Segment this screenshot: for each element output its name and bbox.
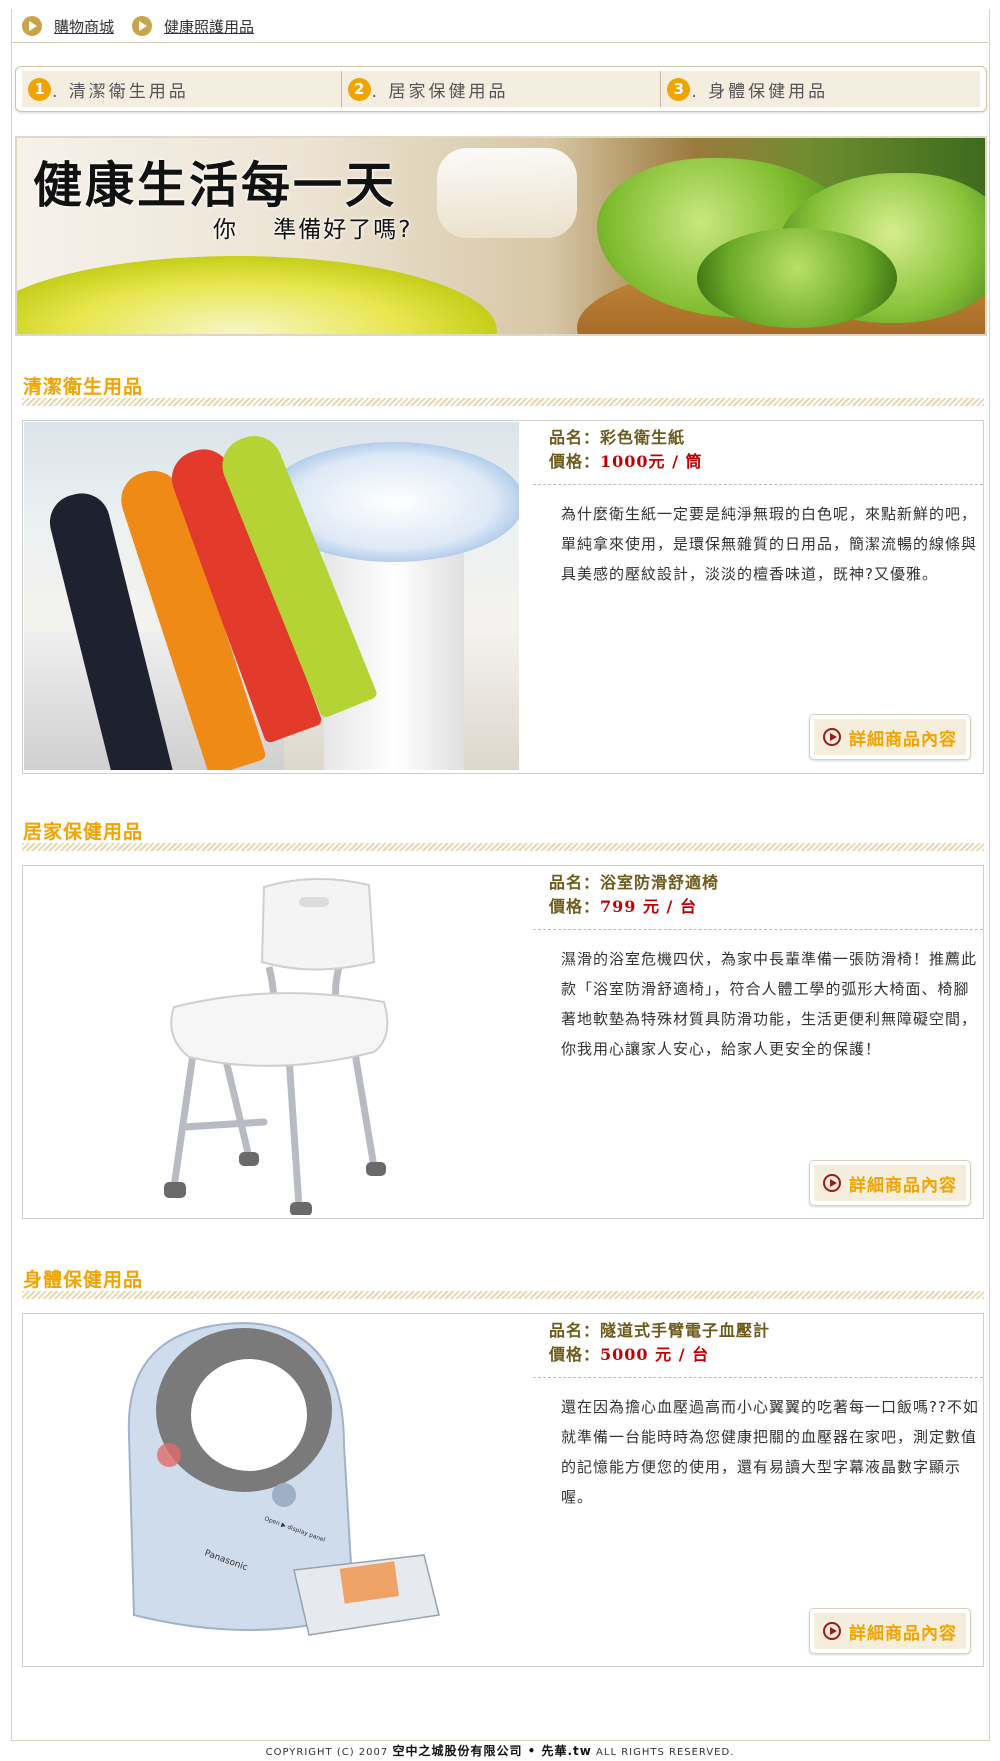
category-tab-bar: 1 . 清潔衛生用品 2 . 居家保健用品 3 . 身體保健用品 xyxy=(15,66,987,112)
hero-banner: 健康生活每一天 你 準備好了嗎? xyxy=(15,136,987,336)
section-divider xyxy=(22,398,984,406)
number-badge-icon: 3 xyxy=(667,77,691,101)
product-price-row: 價格：799 元 / 台 xyxy=(549,897,697,916)
banner-title: 健康生活每一天 xyxy=(33,157,398,214)
breadcrumb-shop-link[interactable]: 購物商城 xyxy=(54,16,114,37)
arrow-circle-icon xyxy=(22,16,42,36)
cup-illustration xyxy=(437,148,577,238)
play-circle-icon xyxy=(823,1622,841,1640)
product-info-header: 品名：彩色衛生紙 價格：1000元 / 筒 xyxy=(533,421,983,485)
number-badge-icon: 1 xyxy=(28,77,51,101)
product-name: 彩色衛生紙 xyxy=(600,428,686,447)
detail-button-label: 詳細商品內容 xyxy=(849,1175,957,1196)
product-name-row: 品名：彩色衛生紙 xyxy=(549,428,686,447)
breadcrumb: 購物商城 健康照護用品 xyxy=(22,12,272,40)
arrow-circle-icon xyxy=(132,16,153,36)
product-price: 799 元 / 台 xyxy=(600,897,697,916)
tab-label: . 清潔衛生用品 xyxy=(52,81,189,102)
detail-button-label: 詳細商品內容 xyxy=(849,1623,957,1644)
section-title-cleaning: 清潔衛生用品 xyxy=(23,376,144,398)
tab-label: . 居家保健用品 xyxy=(371,81,509,102)
product-image-chair[interactable] xyxy=(24,867,519,1215)
product-price-row: 價格：5000 元 / 台 xyxy=(549,1345,710,1364)
product-description: 為什麼衛生紙一定要是純淨無瑕的白色呢，來點新鮮的吧，單純拿來使用，是環保無雜質的… xyxy=(561,505,978,583)
section-title-home-care: 居家保健用品 xyxy=(23,821,144,843)
banner-subtitle: 你 準備好了嗎? xyxy=(213,217,413,243)
play-circle-icon xyxy=(823,1174,841,1192)
play-circle-icon xyxy=(823,728,841,746)
product-price: 1000元 / 筒 xyxy=(600,452,703,471)
product-name-row: 品名：浴室防滑舒適椅 xyxy=(549,873,720,892)
tab-home-care[interactable]: 2 . 居家保健用品 xyxy=(342,71,662,107)
breadcrumb-divider xyxy=(12,42,988,43)
section-title-body-care: 身體保健用品 xyxy=(23,1269,144,1291)
product-name-row: 品名：隧道式手臂電子血壓計 xyxy=(549,1321,771,1340)
product-image-blood-pressure-monitor[interactable]: Panasonic Open ▶ display panel xyxy=(24,1315,519,1663)
product-price: 5000 元 / 台 xyxy=(600,1345,710,1364)
product-price-row: 價格：1000元 / 筒 xyxy=(549,452,703,471)
section-divider xyxy=(22,1291,984,1299)
product-card-blood-pressure: Panasonic Open ▶ display panel 品名：隧道式手臂電… xyxy=(22,1313,984,1667)
product-image-tissue[interactable] xyxy=(24,422,519,770)
copyright-footer: COPYRIGHT (C) 2007 空中之城股份有限公司 • 先華.tw AL… xyxy=(265,1744,735,1758)
breadcrumb-health-link[interactable]: 健康照護用品 xyxy=(164,16,254,37)
product-info-header: 品名：隧道式手臂電子血壓計 價格：5000 元 / 台 xyxy=(533,1314,983,1378)
detail-button[interactable]: 詳細商品內容 xyxy=(809,714,971,760)
tab-body-care[interactable]: 3 . 身體保健用品 xyxy=(661,71,980,107)
tab-label: . 身體保健用品 xyxy=(691,81,829,102)
plate-illustration xyxy=(17,256,497,334)
product-description: 還在因為擔心血壓過高而小心翼翼的吃著每一口飯嗎??不如就準備一台能時時為您健康把… xyxy=(561,1398,979,1506)
product-name: 隧道式手臂電子血壓計 xyxy=(600,1321,771,1340)
product-card-tissue: 品名：彩色衛生紙 價格：1000元 / 筒 為什麼衛生紙一定要是純淨無瑕的白色呢… xyxy=(22,420,984,774)
section-divider xyxy=(22,843,984,851)
lettuce-illustration xyxy=(697,228,897,328)
detail-button-label: 詳細商品內容 xyxy=(849,729,957,750)
product-description: 濕滑的浴室危機四伏，為家中長輩準備一張防滑椅！推薦此款「浴室防滑舒適椅」，符合人… xyxy=(561,950,978,1058)
product-info-header: 品名：浴室防滑舒適椅 價格：799 元 / 台 xyxy=(533,866,983,930)
detail-button[interactable]: 詳細商品內容 xyxy=(809,1160,971,1206)
tab-cleaning[interactable]: 1 . 清潔衛生用品 xyxy=(22,71,342,107)
number-badge-icon: 2 xyxy=(347,77,371,101)
product-card-chair: 品名：浴室防滑舒適椅 價格：799 元 / 台 濕滑的浴室危機四伏，為家中長輩準… xyxy=(22,865,984,1219)
product-name: 浴室防滑舒適椅 xyxy=(600,873,720,892)
detail-button[interactable]: 詳細商品內容 xyxy=(809,1608,971,1654)
